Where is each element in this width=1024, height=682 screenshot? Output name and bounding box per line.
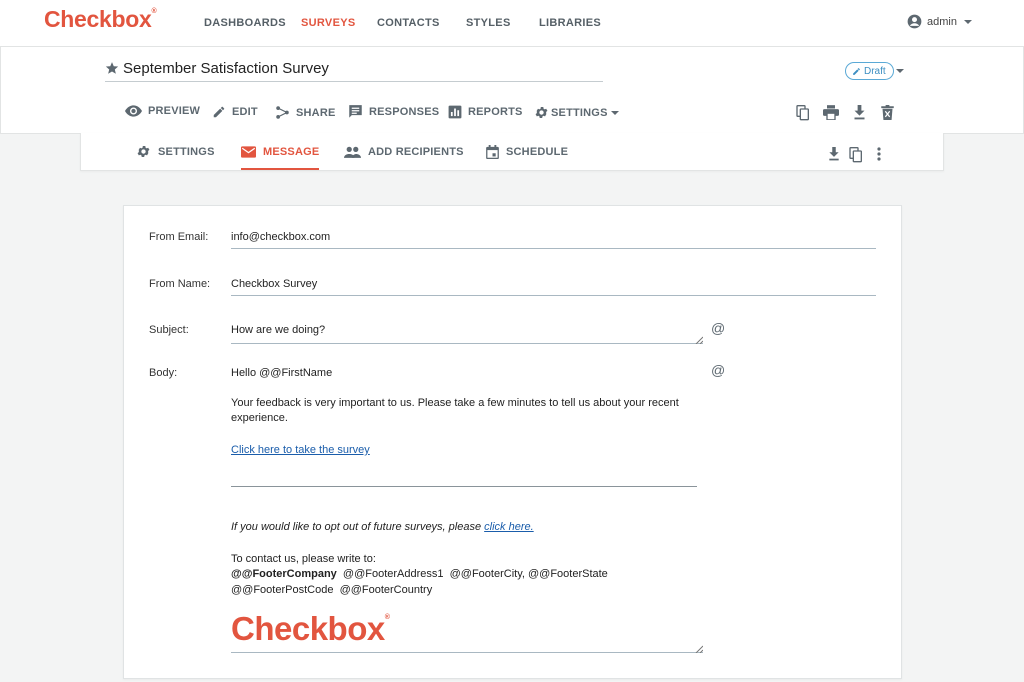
gear-icon xyxy=(137,146,150,157)
top-navigation: Checkbox® DASHBOARDS SURVEYS CONTACTS ST… xyxy=(0,0,1024,47)
more-vertical-icon[interactable] xyxy=(877,147,881,161)
subject-underline xyxy=(231,343,703,344)
nav-dashboards[interactable]: DASHBOARDS xyxy=(204,17,286,29)
eye-icon xyxy=(125,105,142,117)
survey-title-field[interactable]: September Satisfaction Survey xyxy=(105,59,603,82)
responses-label: RESPONSES xyxy=(369,106,440,118)
responses-icon xyxy=(349,105,362,118)
copy-icon[interactable] xyxy=(796,105,810,121)
body-paragraph-line2: experience. xyxy=(231,412,288,424)
tab-settings-label: SETTINGS xyxy=(158,145,215,158)
status-badge[interactable]: Draft xyxy=(845,62,894,80)
preview-button[interactable]: PREVIEW xyxy=(125,105,200,117)
optout-text: If you would like to opt out of future s… xyxy=(231,521,485,533)
optout-line: If you would like to opt out of future s… xyxy=(231,520,534,536)
calendar-icon xyxy=(486,144,499,159)
from-email-label: From Email: xyxy=(149,231,209,243)
from-name-field[interactable]: Checkbox Survey xyxy=(231,278,317,290)
star-icon[interactable] xyxy=(105,61,119,75)
body-divider xyxy=(231,486,697,487)
responses-button[interactable]: RESPONSES xyxy=(348,105,439,119)
tab-add-recipients-label: ADD RECIPIENTS xyxy=(368,145,464,158)
survey-title: September Satisfaction Survey xyxy=(123,60,329,77)
checkbox-logo[interactable]: Checkbox® xyxy=(44,6,157,33)
tab-message-label: MESSAGE xyxy=(263,145,320,158)
nav-libraries[interactable]: LIBRARIES xyxy=(539,17,601,29)
resize-handle-icon[interactable] xyxy=(695,336,703,344)
edit-label: EDIT xyxy=(232,106,258,118)
username: admin xyxy=(927,15,957,28)
resize-handle-icon[interactable] xyxy=(695,645,703,653)
message-subtabs: SETTINGS MESSAGE ADD RECIPIENTS SCHEDULE xyxy=(80,133,944,171)
pencil-icon xyxy=(853,67,860,75)
print-icon[interactable] xyxy=(823,105,839,120)
pencil-icon xyxy=(213,106,225,118)
share-icon xyxy=(276,106,289,119)
body-label: Body: xyxy=(149,367,178,379)
optout-link[interactable]: click here. xyxy=(484,521,534,533)
share-label: SHARE xyxy=(296,106,336,119)
from-email-underline xyxy=(231,248,876,249)
from-name-label: From Name: xyxy=(149,278,211,290)
signature-checkbox-logo: Checkbox® xyxy=(231,610,390,647)
footer-company: @@FooterCompany xyxy=(231,568,337,580)
survey-header: September Satisfaction Survey Draft PREV… xyxy=(0,47,1024,134)
nav-surveys[interactable]: SURVEYS xyxy=(301,17,355,29)
people-icon xyxy=(344,146,361,158)
body-greeting: Hello @@FirstName xyxy=(231,367,333,379)
gear-icon xyxy=(535,107,548,118)
edit-button[interactable]: EDIT xyxy=(212,105,258,119)
status-label: Draft xyxy=(864,65,886,77)
insert-merge-field-body[interactable]: @ xyxy=(711,362,725,378)
bar-chart-icon xyxy=(448,105,462,119)
envelope-icon xyxy=(241,145,256,158)
share-button[interactable]: SHARE xyxy=(275,105,336,120)
contact-intro: To contact us, please write to: xyxy=(231,553,376,565)
download-icon[interactable] xyxy=(828,147,840,161)
status-caret-down-icon[interactable] xyxy=(895,67,905,75)
nav-contacts[interactable]: CONTACTS xyxy=(377,17,440,29)
message-form: From Email: info@checkbox.com From Name:… xyxy=(123,205,902,679)
reports-label: REPORTS xyxy=(468,106,523,118)
subject-field[interactable]: How are we doing? xyxy=(231,324,325,336)
footer-post-line: @@FooterPostCode @@FooterCountry xyxy=(231,583,432,599)
caret-down-icon xyxy=(964,19,972,24)
footer-address: @@FooterAddress1 @@FooterCity, @@FooterS… xyxy=(342,568,608,580)
survey-link[interactable]: Click here to take the survey xyxy=(231,443,370,459)
from-email-field[interactable]: info@checkbox.com xyxy=(231,231,330,243)
settings-label: SETTINGS xyxy=(551,106,608,119)
nav-styles[interactable]: STYLES xyxy=(466,17,511,29)
tab-add-recipients[interactable]: ADD RECIPIENTS xyxy=(344,133,464,170)
caret-down-icon xyxy=(610,110,619,115)
download-icon[interactable] xyxy=(853,105,866,120)
tab-schedule[interactable]: SCHEDULE xyxy=(486,133,568,170)
copy-icon[interactable] xyxy=(849,147,863,163)
footer-postcode: @@FooterPostCode xyxy=(231,584,334,596)
body-paragraph-line1: Your feedback is very important to us. P… xyxy=(231,397,679,409)
tab-message[interactable]: MESSAGE xyxy=(241,133,320,170)
user-menu[interactable]: admin xyxy=(907,14,974,29)
from-name-underline xyxy=(231,295,876,296)
footer-address-line: @@FooterCompany @@FooterAddress1 @@Foote… xyxy=(231,567,608,583)
subject-label: Subject: xyxy=(149,324,189,336)
tab-schedule-label: SCHEDULE xyxy=(506,145,569,158)
settings-menu-button[interactable]: SETTINGS xyxy=(534,105,620,120)
footer-country: @@FooterCountry xyxy=(339,584,433,596)
reports-button[interactable]: REPORTS xyxy=(448,105,523,119)
insert-merge-field-subject[interactable]: @ xyxy=(711,320,725,336)
tab-settings[interactable]: SETTINGS xyxy=(136,133,215,170)
delete-icon[interactable] xyxy=(881,105,894,120)
body-underline xyxy=(231,652,703,653)
account-circle-icon xyxy=(907,14,922,29)
preview-label: PREVIEW xyxy=(148,105,201,117)
